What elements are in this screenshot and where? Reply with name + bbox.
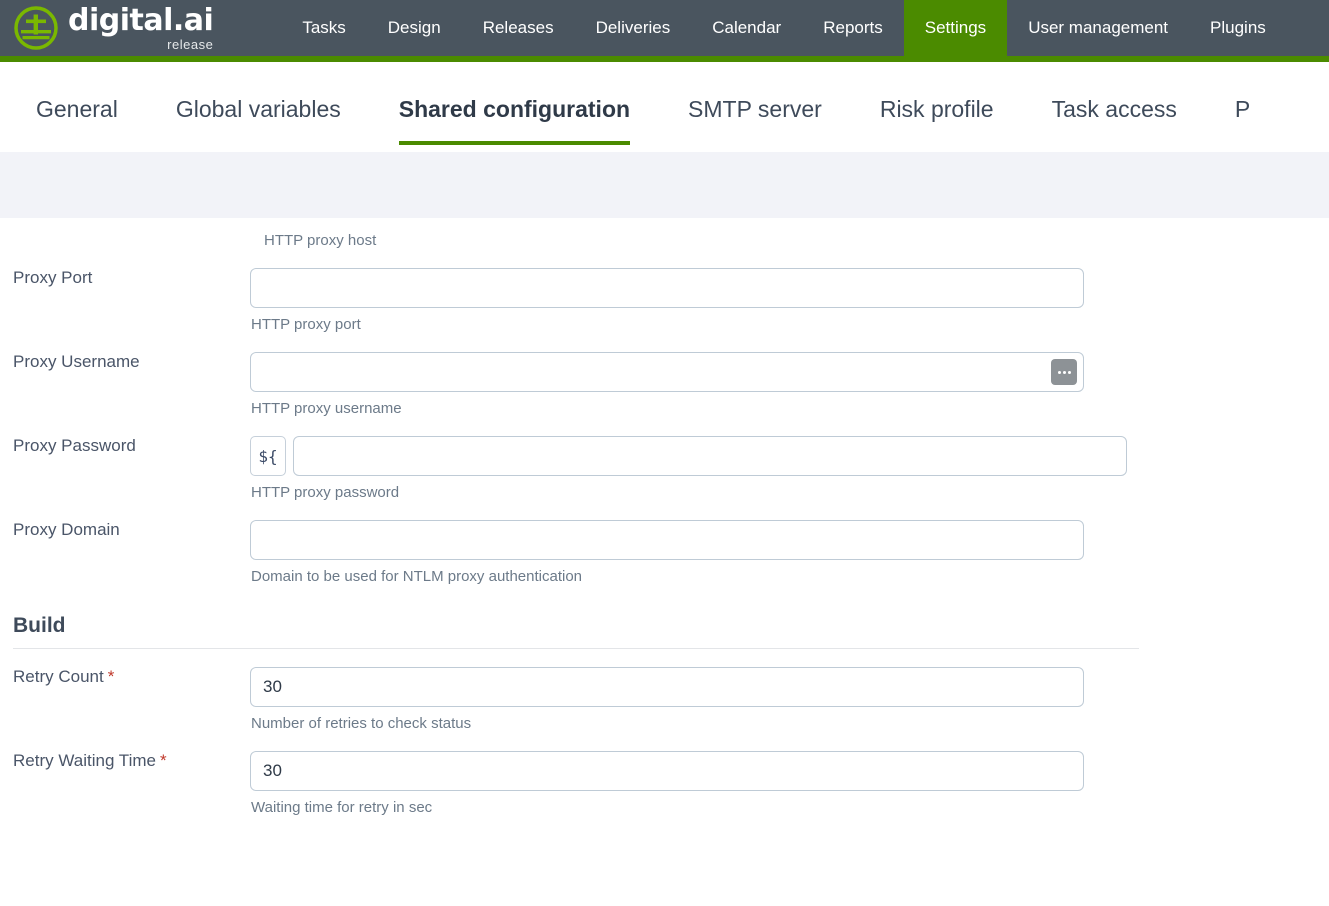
help-proxy-username: HTTP proxy username	[251, 400, 402, 417]
tab-permissions-partial[interactable]: P	[1235, 70, 1250, 145]
tab-task-access[interactable]: Task access	[1052, 70, 1177, 145]
control-proxy-password: ${ HTTP proxy password	[250, 436, 1329, 502]
proxy-username-input[interactable]	[250, 352, 1084, 392]
proxy-domain-input[interactable]	[250, 520, 1084, 560]
control-retry-count: Number of retries to check status	[250, 667, 1329, 733]
label-proxy-password: Proxy Password	[0, 436, 250, 456]
nav-item-user-management[interactable]: User management	[1007, 0, 1189, 56]
digitalai-logo-icon	[14, 6, 58, 50]
control-proxy-port: HTTP proxy port	[250, 268, 1329, 334]
input-wrapper	[250, 751, 1084, 791]
dot	[1067, 370, 1071, 374]
nav-item-calendar[interactable]: Calendar	[691, 0, 802, 56]
label-proxy-port: Proxy Port	[0, 268, 250, 288]
control-line: ${	[250, 436, 1329, 476]
tab-shared-configuration[interactable]: Shared configuration	[398, 70, 631, 145]
required-asterisk: *	[159, 751, 167, 770]
nav-item-design[interactable]: Design	[367, 0, 462, 56]
control-retry-waiting-time: Waiting time for retry in sec	[250, 751, 1329, 817]
field-row-retry-count: Retry Count* Number of retries to check …	[0, 667, 1329, 733]
tab-risk-profile[interactable]: Risk profile	[880, 70, 994, 145]
input-wrapper	[250, 520, 1084, 560]
label-text: Proxy Domain	[13, 520, 120, 539]
field-row-retry-waiting-time: Retry Waiting Time* Waiting time for ret…	[0, 751, 1329, 817]
dot	[1057, 370, 1061, 374]
control-line	[250, 751, 1329, 791]
help-retry-count: Number of retries to check status	[251, 715, 472, 732]
label-text: Proxy Port	[13, 268, 93, 287]
input-wrapper	[250, 667, 1084, 707]
field-row-proxy-username: Proxy Username HTTP proxy username	[0, 352, 1329, 418]
proxy-password-input[interactable]	[293, 436, 1127, 476]
tab-global-variables[interactable]: Global variables	[176, 70, 341, 145]
brand-name: digital.ai	[68, 2, 214, 38]
input-wrapper	[250, 352, 1084, 392]
build-section-header: Build	[0, 614, 1329, 649]
nav-item-deliveries[interactable]: Deliveries	[575, 0, 692, 56]
label-text: Proxy Password	[13, 436, 136, 455]
input-wrapper	[293, 436, 1127, 476]
brand-logo[interactable]: digital.ai release	[0, 0, 227, 56]
tab-general[interactable]: General	[36, 70, 118, 145]
ellipsis-icon[interactable]	[1051, 359, 1077, 385]
brand-subtitle: release	[167, 36, 214, 52]
proxy-host-help-partial: HTTP proxy host	[250, 232, 1329, 250]
section-title-build: Build	[13, 614, 66, 637]
field-row-proxy-password: Proxy Password ${ HTTP proxy password	[0, 436, 1329, 502]
control-line	[250, 268, 1329, 308]
dot	[1062, 370, 1066, 374]
label-proxy-domain: Proxy Domain	[0, 520, 250, 540]
nav-item-releases[interactable]: Releases	[462, 0, 575, 56]
field-row-proxy-domain: Proxy Domain Domain to be used for NTLM …	[0, 520, 1329, 586]
label-retry-waiting-time: Retry Waiting Time *	[0, 751, 250, 771]
toolbar-band	[0, 152, 1329, 218]
help-proxy-password: HTTP proxy password	[251, 484, 400, 501]
control-proxy-username: HTTP proxy username	[250, 352, 1329, 418]
nav-item-settings[interactable]: Settings	[903, 0, 1008, 56]
nav-item-tasks[interactable]: Tasks	[281, 0, 366, 56]
label-proxy-username: Proxy Username	[0, 352, 250, 372]
input-wrapper	[250, 268, 1084, 308]
retry-count-input[interactable]	[250, 667, 1084, 707]
help-proxy-domain: Domain to be used for NTLM proxy authent…	[251, 568, 583, 585]
nav-item-reports[interactable]: Reports	[802, 0, 904, 56]
help-retry-waiting-time: Waiting time for retry in sec	[251, 799, 433, 816]
main-nav: Tasks Design Releases Deliveries Calenda…	[281, 0, 1286, 56]
shared-configuration-form: HTTP proxy host Proxy Port HTTP proxy po…	[0, 218, 1329, 817]
required-asterisk: *	[107, 667, 115, 686]
tab-smtp-server[interactable]: SMTP server	[688, 70, 822, 145]
control-line	[250, 520, 1329, 560]
variable-insert-button[interactable]: ${	[250, 436, 286, 476]
help-text: HTTP proxy host	[264, 232, 377, 249]
control-proxy-domain: Domain to be used for NTLM proxy authent…	[250, 520, 1329, 586]
nav-item-plugins[interactable]: Plugins	[1189, 0, 1287, 56]
top-navigation-bar: digital.ai release Tasks Design Releases…	[0, 0, 1329, 62]
label-retry-count: Retry Count *	[0, 667, 250, 687]
label-text: Proxy Username	[13, 352, 140, 371]
label-text: Retry Count	[13, 667, 104, 686]
control-line	[250, 667, 1329, 707]
proxy-port-input[interactable]	[250, 268, 1084, 308]
retry-waiting-time-input[interactable]	[250, 751, 1084, 791]
settings-tabs: General Global variables Shared configur…	[0, 62, 1329, 152]
field-row-proxy-port: Proxy Port HTTP proxy port	[0, 268, 1329, 334]
help-proxy-port: HTTP proxy port	[251, 316, 361, 333]
brand-text: digital.ai release	[68, 2, 214, 52]
label-text: Retry Waiting Time	[13, 751, 156, 770]
control-line	[250, 352, 1329, 392]
